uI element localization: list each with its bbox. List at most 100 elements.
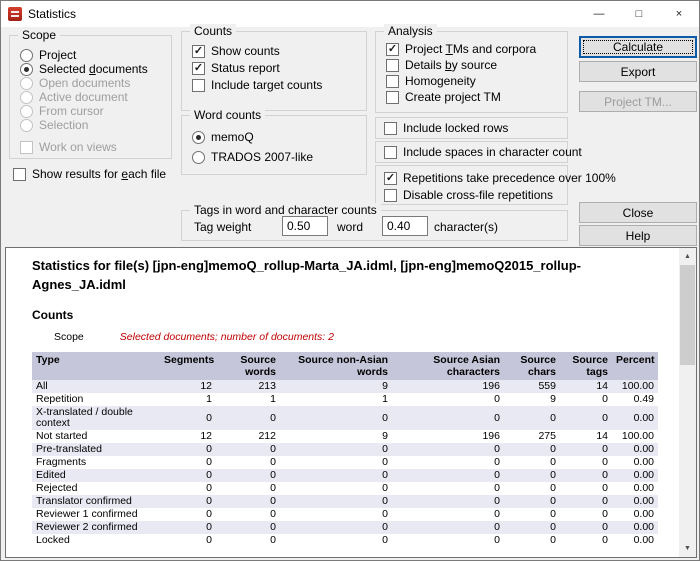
checkbox-create-project-tm[interactable]: Create project TM xyxy=(386,90,536,104)
checkbox-icon[interactable] xyxy=(384,172,397,185)
radio-button-icon[interactable] xyxy=(20,49,33,62)
option-label: Disable cross-file repetitions xyxy=(403,188,553,202)
checkbox-repetitions-take-precedence-over-100[interactable]: Repetitions take precedence over 100% xyxy=(384,171,616,185)
results-scrollbar[interactable]: ▲ ▼ xyxy=(679,248,696,557)
checkbox-icon[interactable] xyxy=(386,59,399,72)
tag-weight-word-input[interactable] xyxy=(282,216,328,236)
table-cell: 275 xyxy=(504,430,560,443)
table-cell: 0 xyxy=(392,406,504,430)
title-bar: Statistics — □ × xyxy=(1,1,699,27)
calculate-button[interactable]: Calculate xyxy=(579,36,697,58)
option-label: TRADOS 2007-like xyxy=(211,150,313,164)
checkbox-icon[interactable] xyxy=(13,168,26,181)
table-cell: 0 xyxy=(392,521,504,534)
minimize-icon[interactable]: — xyxy=(579,1,619,27)
table-cell: 0 xyxy=(392,456,504,469)
checkbox-icon[interactable] xyxy=(192,79,205,92)
checkbox-disable-cross-file-repetitions[interactable]: Disable cross-file repetitions xyxy=(384,188,616,202)
option-label: Selected documents xyxy=(39,62,148,76)
table-row: All12213919655914100.00 xyxy=(32,380,658,393)
tag-weight-char-input[interactable] xyxy=(382,216,428,236)
radio-button-icon xyxy=(20,91,33,104)
analysis-group-label: Analysis xyxy=(384,24,437,38)
option-label: Create project TM xyxy=(405,90,501,104)
scope-summary-value: Selected documents; number of documents:… xyxy=(120,331,334,343)
table-cell: 1 xyxy=(160,393,216,406)
checkbox-show-results-for-each-file[interactable]: Show results for each file xyxy=(13,167,166,181)
char-unit-label: character(s) xyxy=(434,220,498,234)
close-button[interactable]: Close xyxy=(579,202,697,223)
checkbox-icon[interactable] xyxy=(384,122,397,135)
table-cell: 0 xyxy=(160,456,216,469)
table-cell: 0 xyxy=(160,443,216,456)
column-header: Type xyxy=(32,352,160,380)
help-button[interactable]: Help xyxy=(579,225,697,246)
radio-button-icon[interactable] xyxy=(20,63,33,76)
radio-trados-2007-like[interactable]: TRADOS 2007-like xyxy=(192,150,313,164)
radio-button-icon[interactable] xyxy=(192,151,205,164)
checkbox-include-spaces-in-character-count[interactable]: Include spaces in character count xyxy=(384,145,582,159)
checkbox-icon[interactable] xyxy=(384,189,397,202)
table-cell: 0 xyxy=(504,482,560,495)
table-row: Reviewer 1 confirmed0000000.00 xyxy=(32,508,658,521)
scroll-down-icon[interactable]: ▼ xyxy=(679,540,696,557)
window-title: Statistics xyxy=(28,7,76,21)
table-cell: 0 xyxy=(160,406,216,430)
tag-weight-label: Tag weight xyxy=(194,220,251,234)
word-counts-group: Word counts memoQTRADOS 2007-like xyxy=(181,115,367,175)
checkbox-icon[interactable] xyxy=(192,62,205,75)
scroll-up-icon[interactable]: ▲ xyxy=(679,248,696,265)
scroll-thumb[interactable] xyxy=(680,265,695,365)
maximize-icon[interactable]: □ xyxy=(619,1,659,27)
radio-project[interactable]: Project xyxy=(20,48,148,62)
radio-memoq[interactable]: memoQ xyxy=(192,130,313,144)
window-controls: — □ × xyxy=(579,1,699,27)
table-cell: 0 xyxy=(216,456,280,469)
checkbox-show-counts[interactable]: Show counts xyxy=(192,44,322,58)
checkbox-include-target-counts[interactable]: Include target counts xyxy=(192,78,322,92)
table-cell: 14 xyxy=(560,430,612,443)
scope-group: Scope ProjectSelected documentsOpen docu… xyxy=(9,35,172,159)
table-cell: 0 xyxy=(392,469,504,482)
table-cell: 0 xyxy=(216,469,280,482)
close-icon[interactable]: × xyxy=(659,1,699,27)
option-label: Project xyxy=(39,48,76,62)
option-label: Active document xyxy=(39,90,128,104)
table-cell: 0 xyxy=(504,469,560,482)
option-label: Project TMs and corpora xyxy=(405,42,536,56)
table-cell: 0 xyxy=(560,469,612,482)
checkbox-icon[interactable] xyxy=(386,43,399,56)
checkbox-project-tms-and-corpora[interactable]: Project TMs and corpora xyxy=(386,42,536,56)
checkbox-icon[interactable] xyxy=(386,91,399,104)
column-header: Source tags xyxy=(560,352,612,380)
option-label: Open documents xyxy=(39,76,130,90)
table-cell: 0 xyxy=(392,393,504,406)
table-cell: Fragments xyxy=(32,456,160,469)
table-cell: 0 xyxy=(560,521,612,534)
table-cell: 0 xyxy=(560,534,612,547)
radio-button-icon[interactable] xyxy=(192,131,205,144)
radio-from-cursor: From cursor xyxy=(20,104,148,118)
checkbox-include-locked-rows[interactable]: Include locked rows xyxy=(384,121,508,135)
table-cell: 0 xyxy=(560,456,612,469)
table-cell: 12 xyxy=(160,380,216,393)
table-cell: 1 xyxy=(280,393,392,406)
table-cell: 0 xyxy=(280,406,392,430)
table-cell: 0 xyxy=(160,508,216,521)
checkbox-homogeneity[interactable]: Homogeneity xyxy=(386,74,536,88)
radio-selected-documents[interactable]: Selected documents xyxy=(20,62,148,76)
checkbox-icon[interactable] xyxy=(384,146,397,159)
export-button[interactable]: Export xyxy=(579,61,697,82)
analysis-options: Project TMs and corpora Details by source… xyxy=(386,42,536,104)
checkbox-status-report[interactable]: Status report xyxy=(192,61,322,75)
word-counts-options: memoQ TRADOS 2007-like xyxy=(192,130,313,164)
table-cell: 0 xyxy=(504,456,560,469)
checkbox-details-by-source[interactable]: Details by source xyxy=(386,58,536,72)
column-header: Source words xyxy=(216,352,280,380)
checkbox-icon[interactable] xyxy=(386,75,399,88)
table-cell: 0 xyxy=(392,534,504,547)
table-row: Locked0000000.00 xyxy=(32,534,658,547)
column-header: Source Asian characters xyxy=(392,352,504,380)
table-cell: 0.00 xyxy=(612,456,658,469)
checkbox-icon[interactable] xyxy=(192,45,205,58)
